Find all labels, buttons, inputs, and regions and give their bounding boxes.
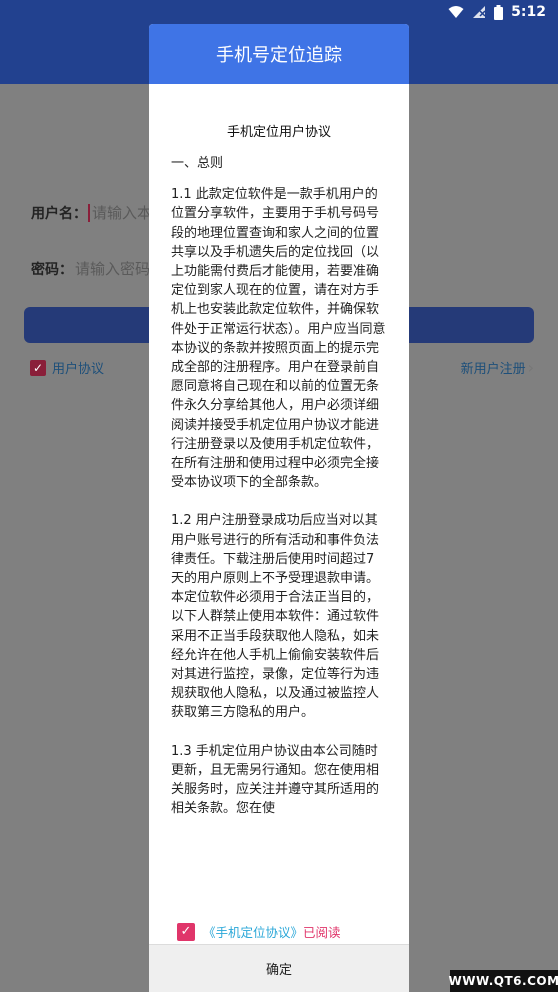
register-link[interactable]: 新用户注册 › [461,358,534,377]
chevron-right-icon: › [527,358,534,377]
confirm-button[interactable]: 确定 [149,944,409,992]
password-label: 密码： [31,261,73,278]
text-caret [88,203,90,222]
battery-icon [494,4,504,20]
read-status-text: 已阅读 [303,925,341,940]
password-input[interactable]: 请输入密码 [75,258,150,279]
agreement-checkbox[interactable]: ✓ [30,359,46,376]
read-checkbox[interactable]: ✓ [177,922,195,941]
username-input[interactable]: 请输入本 [92,202,152,223]
status-icons: 5:12 [448,3,546,21]
section-heading: 一、总则 [171,156,224,171]
agreement-label: 用户协议 [52,362,105,377]
wifi-icon [448,6,464,18]
status-time: 5:12 [511,4,546,20]
dialog-header: 手机号定位追踪 [149,24,409,84]
register-label: 新用户注册 [460,362,526,377]
username-label: 用户名： [31,205,87,222]
username-row[interactable]: 用户名： 请输入本 [31,202,152,223]
agreement-text-scroll[interactable]: 一、总则 1.1 此款定位软件是一款手机用户的位置分享软件，主要用于手机号码号段… [171,154,386,922]
dialog-title: 手机定位用户协议 [226,125,331,140]
read-confirm-row[interactable]: ✓ 《手机定位协议》已阅读 [177,922,341,941]
status-bar: 5:12 [0,0,558,24]
agreement-dialog: 手机号定位追踪 手机定位用户协议 一、总则 1.1 此款定位软件是一款手机用户的… [149,24,409,992]
agreement-link[interactable]: 《手机定位协议》 [203,925,303,940]
watermark-logo: WWW.QT6.COM [448,970,558,992]
signal-icon [473,6,486,18]
agreement-paragraph: 1.1 此款定位软件是一款手机用户的位置分享软件，主要用于手机号码号段的地理位置… [171,187,386,491]
agreement-row[interactable]: ✓ 用户协议 [30,358,104,377]
agreement-paragraph: 1.3 手机定位用户协议由本公司随时更新，且无需另行通知。您在使用相关服务时，应… [171,743,380,817]
agreement-paragraph: 1.2 用户注册登录成功后应当对以其用户账号进行的所有活动和事件负法律责任。下载… [171,513,380,721]
password-row[interactable]: 密码： 请输入密码 [31,258,150,279]
